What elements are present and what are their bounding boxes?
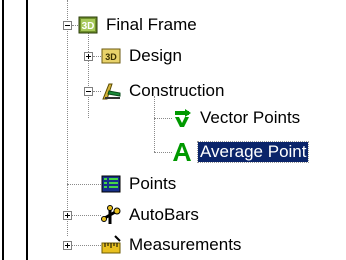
tree-item-label: Final Frame bbox=[106, 15, 197, 34]
collapse-final-frame-toggle[interactable] bbox=[63, 21, 72, 30]
tree-branch-points bbox=[67, 184, 101, 185]
tree-item-label: Design bbox=[129, 46, 182, 65]
tree-branch-design bbox=[93, 56, 101, 57]
tree-branch-autobars bbox=[72, 215, 101, 216]
3d-design-icon: 3D bbox=[101, 48, 121, 64]
tree-branch-average-point bbox=[154, 152, 172, 153]
expand-design-toggle[interactable] bbox=[84, 52, 93, 61]
tree-item-construction[interactable]: Construction bbox=[101, 80, 226, 102]
tree-branch-measurements bbox=[72, 245, 101, 246]
average-point-icon bbox=[173, 143, 191, 161]
tree-line-construction bbox=[154, 96, 155, 152]
measurements-icon bbox=[101, 235, 121, 254]
tree-item-label: Construction bbox=[129, 81, 225, 100]
expand-autobars-toggle[interactable] bbox=[63, 211, 72, 220]
tree-item-points[interactable]: Points bbox=[101, 173, 178, 195]
points-table-icon bbox=[101, 175, 121, 193]
tree-item-label: Vector Points bbox=[200, 108, 301, 127]
3d-assembly-icon: 3D bbox=[78, 16, 98, 34]
construction-icon bbox=[102, 83, 121, 100]
expand-measurements-toggle[interactable] bbox=[63, 241, 72, 250]
vector-points-icon bbox=[175, 109, 191, 127]
collapse-construction-toggle[interactable] bbox=[84, 87, 93, 96]
tree-item-label: Average Point bbox=[196, 141, 310, 163]
svg-text:3D: 3D bbox=[82, 21, 95, 32]
tree-branch-construction bbox=[93, 91, 101, 92]
tree-item-design[interactable]: 3D Design bbox=[101, 45, 184, 67]
tree-item-vector-points[interactable]: Vector Points bbox=[172, 107, 302, 129]
panel-left-edge bbox=[2, 0, 4, 260]
tree-item-average-point[interactable]: Average Point bbox=[172, 141, 310, 163]
svg-text:3D: 3D bbox=[105, 52, 117, 62]
tree-view: 3D Final Frame 3D Design Construction Ve… bbox=[0, 0, 346, 260]
tree-item-autobars[interactable]: AutoBars bbox=[101, 204, 201, 226]
tree-item-label: Measurements bbox=[129, 235, 242, 254]
tree-item-label: AutoBars bbox=[129, 205, 199, 224]
tree-item-final-frame[interactable]: 3D Final Frame bbox=[78, 14, 199, 36]
tree-branch-vector-points bbox=[154, 118, 172, 119]
tree-item-measurements[interactable]: Measurements bbox=[101, 234, 243, 256]
autobars-icon bbox=[101, 205, 121, 224]
tree-line-final-frame bbox=[88, 30, 89, 118]
tree-line-root bbox=[67, 0, 68, 236]
tree-item-label: Points bbox=[129, 174, 177, 193]
panel-inner-edge bbox=[26, 0, 28, 260]
